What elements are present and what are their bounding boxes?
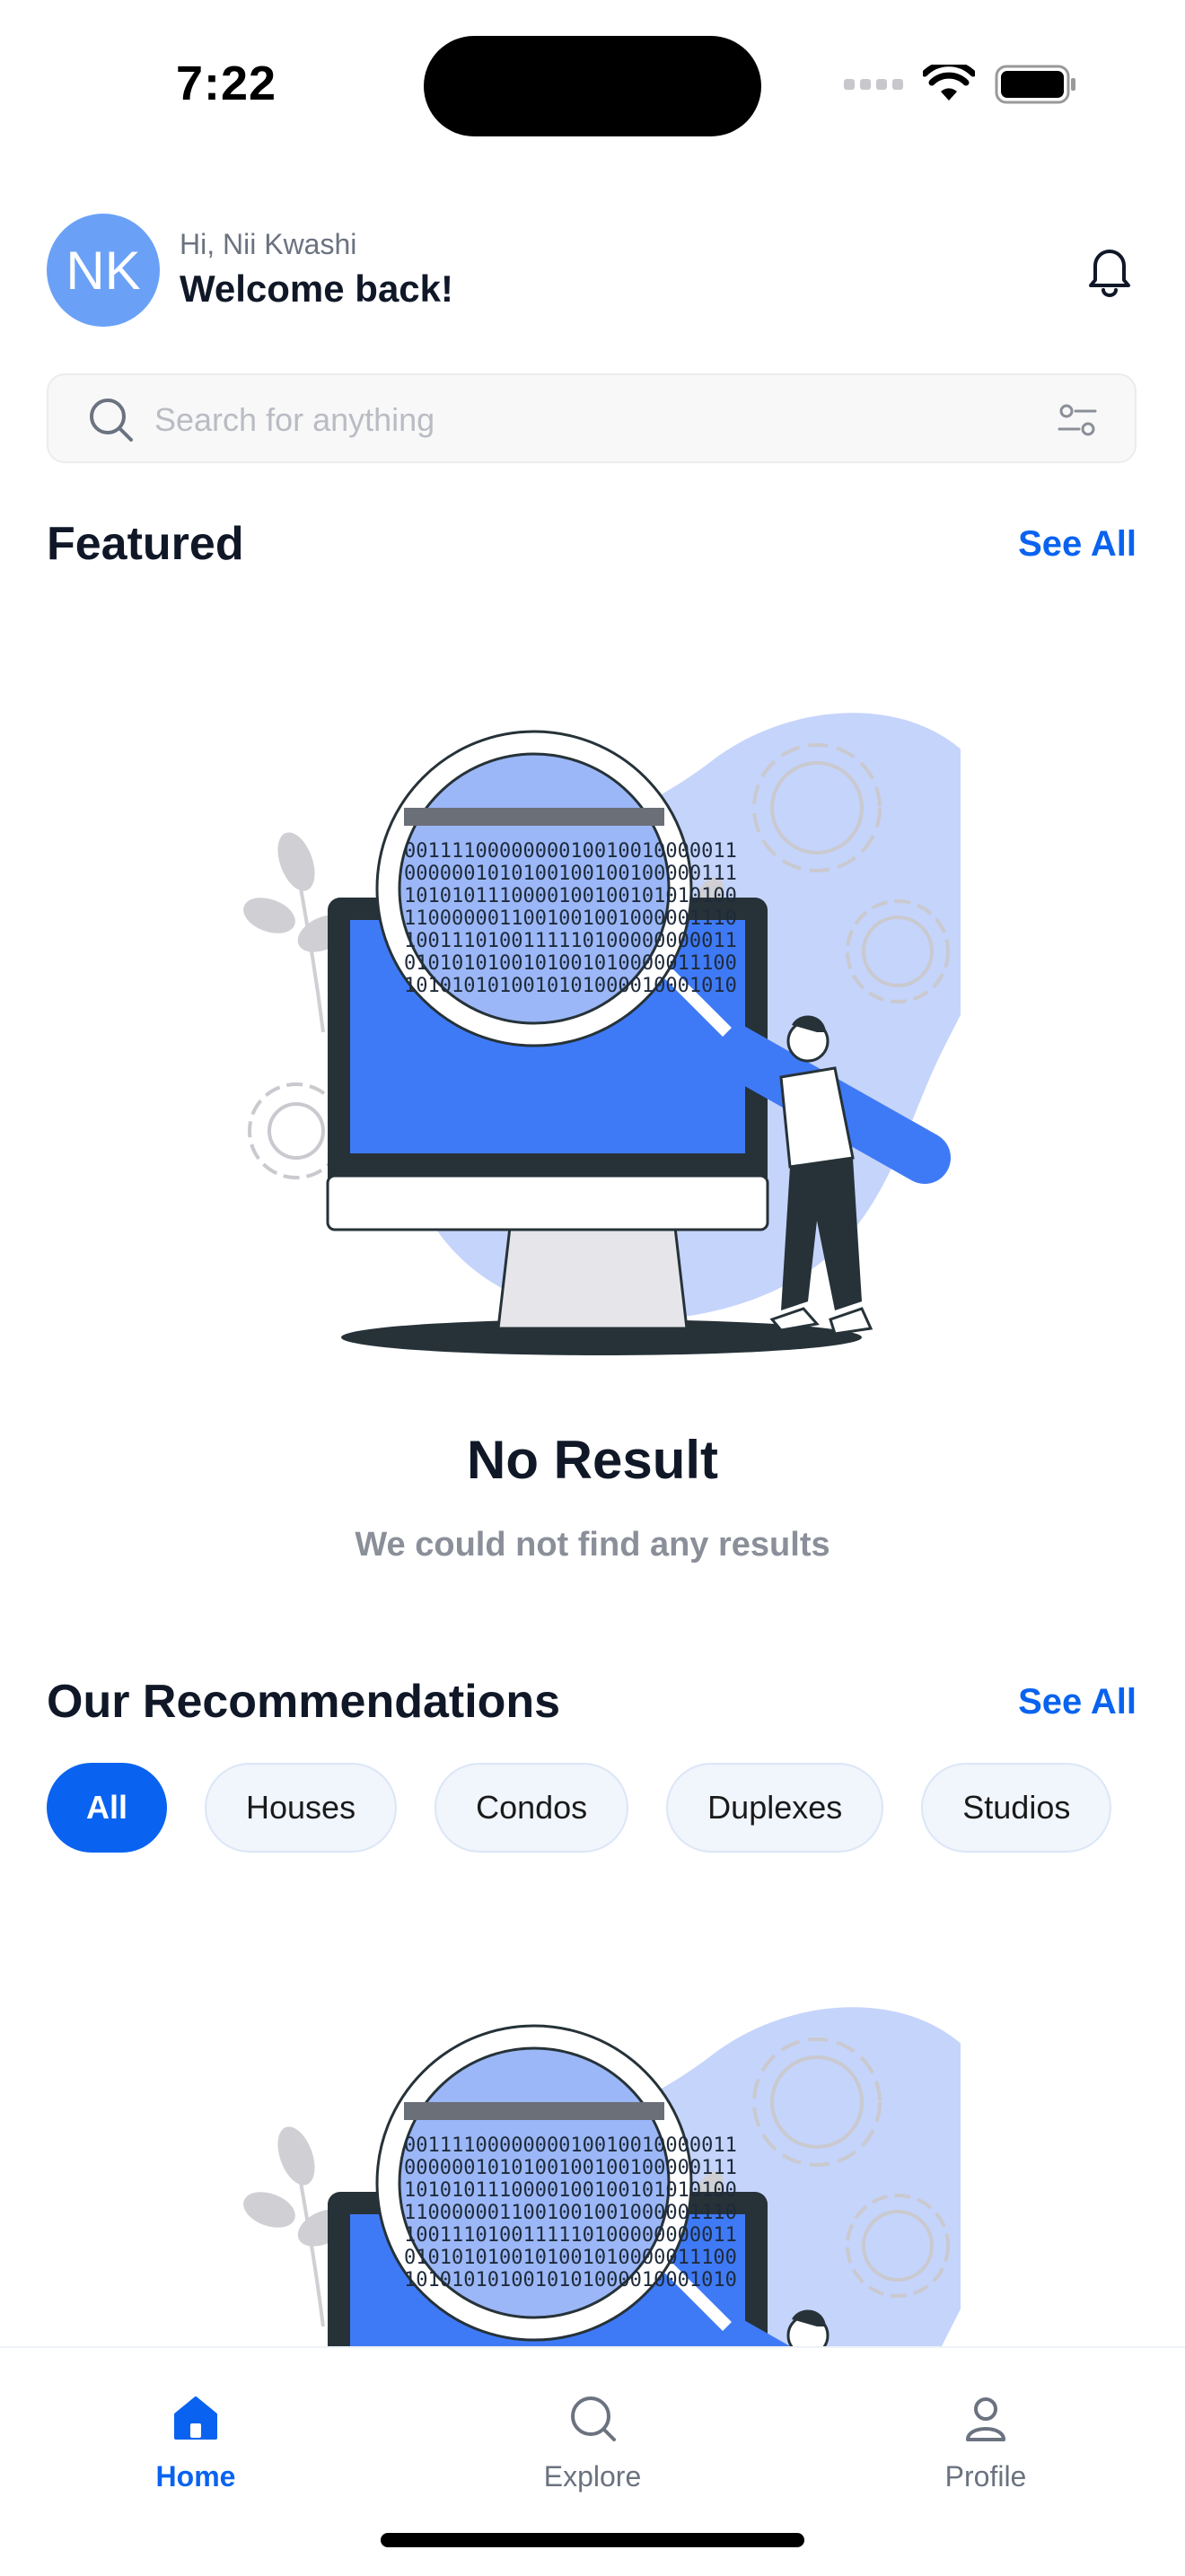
home-indicator <box>381 2533 804 2547</box>
greeting-text: Hi, Nii Kwashi <box>180 228 357 260</box>
search-icon <box>571 2396 616 2441</box>
home-icon <box>174 2396 217 2440</box>
empty-state-subtitle: We could not find any results <box>355 1526 830 1564</box>
dynamic-island <box>424 36 761 136</box>
chip-houses[interactable]: Houses <box>205 1763 398 1853</box>
user-icon <box>966 2397 1005 2441</box>
recommendations-title: Our Recommendations <box>47 1676 561 1728</box>
tab-home-label: Home <box>155 2460 236 2493</box>
search-input[interactable] <box>153 395 964 445</box>
notification-button[interactable] <box>1081 241 1138 298</box>
empty-state-title: No Result <box>466 1430 719 1490</box>
chip-all[interactable]: All <box>47 1763 168 1853</box>
cellular-signal-icon <box>844 79 903 90</box>
tab-home[interactable]: Home <box>88 2393 303 2493</box>
chip-condos[interactable]: Condos <box>434 1763 629 1853</box>
search-bar[interactable] <box>47 373 1137 463</box>
status-icons <box>844 65 1077 104</box>
status-time: 7:22 <box>176 57 277 110</box>
recommendations-see-all-link[interactable]: See All <box>1018 1682 1137 1722</box>
tab-explore[interactable]: Explore <box>485 2393 700 2493</box>
avatar[interactable]: NK <box>47 214 160 327</box>
no-result-illustration-recommendations <box>242 1950 961 2346</box>
bell-icon <box>1089 250 1130 297</box>
chip-studios[interactable]: Studios <box>921 1763 1112 1853</box>
wifi-icon <box>923 65 975 101</box>
category-filter-chips: All Houses Condos Duplexes Studios <box>47 1763 1112 1853</box>
battery-icon <box>995 65 1075 104</box>
welcome-text: Welcome back! <box>180 267 454 310</box>
search-icon <box>90 399 133 442</box>
tab-profile[interactable]: Profile <box>878 2393 1093 2493</box>
featured-see-all-link[interactable]: See All <box>1018 524 1137 565</box>
tab-explore-label: Explore <box>543 2460 642 2493</box>
no-result-illustration <box>242 655 961 1373</box>
tab-profile-label: Profile <box>944 2460 1027 2493</box>
chip-duplexes[interactable]: Duplexes <box>666 1763 884 1853</box>
featured-title: Featured <box>47 518 244 570</box>
filter-sliders-icon[interactable] <box>1056 399 1099 442</box>
